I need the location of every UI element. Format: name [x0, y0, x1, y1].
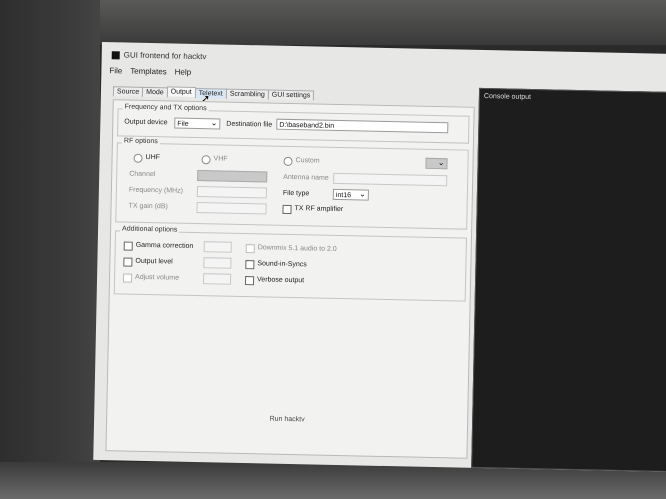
sound-in-syncs-checkbox[interactable]: [245, 260, 255, 270]
uhf-radio[interactable]: [133, 153, 143, 163]
additional-options-group: Additional options Gamma correction Outp…: [113, 225, 467, 302]
frequency-label: Frequency (MHz): [128, 186, 184, 195]
destination-file-label: Destination file: [226, 120, 273, 129]
frequency-input[interactable]: [196, 186, 267, 199]
output-tab-panel: Frequency and TX options Output device F…: [105, 99, 475, 459]
tab-mode[interactable]: Mode: [142, 86, 168, 98]
output-device-label: Output device: [124, 118, 168, 127]
run-hacktv-button[interactable]: Run hacktv: [247, 415, 327, 424]
menu-bar: File Templates Help: [109, 66, 197, 80]
tx-rf-amplifier-label: TX RF amplifier: [294, 205, 344, 214]
tab-gui-settings[interactable]: GUI settings: [267, 89, 315, 101]
vhf-label: VHF: [213, 155, 228, 163]
tab-source[interactable]: Source: [112, 86, 144, 97]
menu-file[interactable]: File: [109, 66, 122, 75]
tab-output[interactable]: Output: [166, 86, 196, 97]
sound-in-syncs-label: Sound-in-Syncs: [257, 260, 307, 269]
app-icon: [111, 51, 120, 60]
console-output-title: Console output: [483, 93, 532, 101]
menu-help[interactable]: Help: [175, 68, 192, 77]
file-type-value: int16: [335, 191, 352, 200]
adjust-volume-input[interactable]: [202, 273, 232, 285]
output-device-value: File: [177, 120, 189, 128]
output-level-input[interactable]: [203, 257, 232, 269]
custom-select[interactable]: [425, 157, 448, 170]
uhf-label: UHF: [145, 153, 161, 162]
verbose-output-label: Verbose output: [256, 276, 305, 285]
console-output-panel: Console output: [471, 87, 666, 472]
tab-scrambling[interactable]: Scrambling: [225, 88, 269, 100]
adjust-volume-label: Adjust volume: [135, 273, 180, 282]
tx-gain-label: TX gain (dB): [128, 202, 168, 211]
window-title: GUI frontend for hacktv: [123, 50, 207, 62]
menu-templates[interactable]: Templates: [130, 67, 167, 77]
downmix-label: Downmix 5.1 audio to 2.0: [257, 244, 337, 253]
tab-teletext[interactable]: Teletext: [194, 87, 227, 99]
tx-gain-input[interactable]: [196, 202, 267, 215]
antenna-name-label: Antenna name: [283, 173, 329, 182]
freq-tx-group: Frequency and TX options Output device F…: [117, 103, 470, 144]
destination-file-input[interactable]: D:\baseband2.bin: [276, 118, 449, 134]
custom-label: Custom: [295, 157, 320, 165]
file-type-label: File type: [282, 189, 310, 198]
output-level-label: Output level: [135, 257, 173, 266]
tx-rf-amplifier-checkbox[interactable]: [282, 204, 292, 215]
freq-tx-title: Frequency and TX options: [122, 103, 209, 113]
channel-label: Channel: [129, 170, 156, 179]
gamma-correction-input[interactable]: [203, 241, 232, 253]
file-type-select[interactable]: int16: [332, 188, 369, 201]
rf-options-title: RF options: [121, 137, 160, 146]
output-level-checkbox[interactable]: [123, 257, 133, 267]
monitor-bezel-left: [0, 0, 100, 499]
output-device-select[interactable]: File: [174, 117, 221, 130]
gamma-correction-checkbox[interactable]: [123, 241, 133, 251]
adjust-volume-checkbox[interactable]: [122, 273, 133, 283]
additional-options-title: Additional options: [120, 225, 180, 234]
antenna-name-input[interactable]: [333, 172, 448, 187]
custom-radio[interactable]: [283, 156, 293, 167]
app-window: GUI frontend for hacktv File Templates H…: [93, 42, 666, 473]
channel-select[interactable]: [197, 170, 268, 183]
rf-options-group: RF options UHF VHF Custom Channel Antenn…: [115, 137, 469, 230]
downmix-checkbox[interactable]: [245, 244, 255, 254]
gamma-correction-label: Gamma correction: [135, 241, 194, 250]
verbose-output-checkbox[interactable]: [244, 276, 255, 286]
vhf-radio[interactable]: [201, 155, 211, 165]
